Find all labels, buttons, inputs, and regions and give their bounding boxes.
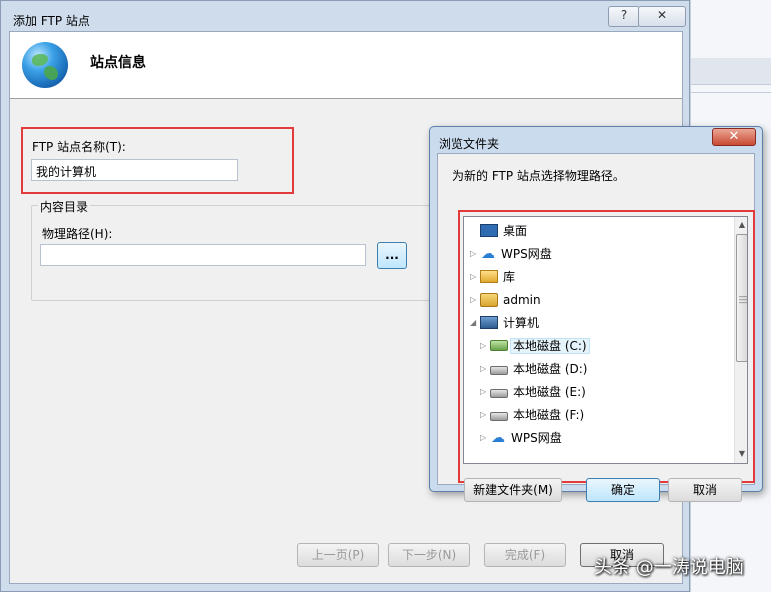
tree-item[interactable]: ◢ 计算机: [470, 311, 541, 333]
tree-item-label: 本地磁盘 (F:): [513, 407, 585, 422]
new-folder-button[interactable]: 新建文件夹(M): [464, 478, 562, 502]
scroll-down-icon[interactable]: ▼: [735, 447, 747, 461]
ok-button[interactable]: 确定: [586, 478, 660, 502]
tree-item[interactable]: ▷ 本地磁盘 (E:): [480, 380, 588, 402]
drive-icon: [490, 411, 508, 421]
tree-item[interactable]: 桌面: [470, 219, 529, 241]
page-title: 站点信息: [90, 55, 146, 71]
scroll-up-icon[interactable]: ▲: [735, 218, 747, 232]
collapsed-triangle-icon[interactable]: ▷: [470, 243, 480, 265]
collapsed-triangle-icon[interactable]: ▷: [480, 404, 490, 426]
finish-button[interactable]: 完成(F): [484, 543, 566, 567]
tree-item-label: 本地磁盘 (C:): [510, 337, 590, 354]
tree-item[interactable]: ▷ 库: [470, 265, 517, 287]
scroll-thumb[interactable]: ― ― ―: [736, 234, 747, 362]
tree-scrollbar[interactable]: ▲ ― ― ― ▼: [734, 217, 747, 463]
tree-item[interactable]: ▷ 本地磁盘 (F:): [480, 403, 586, 425]
tree-item[interactable]: ▷ ☁ WPS网盘: [470, 242, 554, 264]
tree-item[interactable]: ▷ 本地磁盘 (C:): [480, 334, 590, 357]
system-drive-icon: [490, 340, 508, 351]
tree-item-label: 桌面: [503, 223, 528, 238]
folder-tree[interactable]: 桌面 ▷ ☁ WPS网盘 ▷ 库 ▷ admin ◢ 计算机 ▷ 本地磁盘 (C:) ▷ 本地磁盘 (D:…: [463, 216, 748, 464]
tree-item-label: 本地磁盘 (E:): [513, 384, 586, 399]
dialog-title: 浏览文件夹: [439, 137, 500, 151]
cloud-icon: ☁: [491, 429, 505, 446]
site-name-label: FTP 站点名称(T):: [32, 140, 126, 154]
collapsed-triangle-icon[interactable]: ▷: [480, 358, 490, 380]
next-button[interactable]: 下一步(N): [388, 543, 470, 567]
dialog-client-area: 为新的 FTP 站点选择物理路径。 桌面 ▷ ☁ WPS网盘 ▷ 库 ▷ admin ◢ 计算机 ▷…: [437, 153, 755, 502]
library-icon: [480, 270, 498, 283]
grip-icon: ― ― ―: [739, 292, 747, 307]
content-directory-label: 内容目录: [38, 198, 91, 215]
tree-item-label: 计算机: [503, 315, 540, 330]
globe-icon: [22, 42, 68, 88]
tree-item-label: WPS网盘: [511, 430, 562, 445]
close-window-button[interactable]: ✕: [638, 6, 686, 27]
dialog-description: 为新的 FTP 站点选择物理路径。: [452, 169, 625, 183]
collapsed-triangle-icon[interactable]: ▷: [480, 335, 490, 357]
user-folder-icon: [480, 292, 498, 307]
site-name-input[interactable]: 我的计算机: [31, 159, 238, 181]
drive-icon: [490, 365, 508, 375]
previous-button[interactable]: 上一页(P): [297, 543, 379, 567]
background-divider: [691, 92, 771, 93]
tree-item[interactable]: ▷ admin: [470, 288, 543, 310]
computer-icon: [480, 316, 498, 329]
physical-path-input[interactable]: [40, 244, 366, 266]
tree-item[interactable]: ▷ 本地磁盘 (D:): [480, 357, 589, 379]
wizard-header: 站点信息: [10, 32, 682, 99]
browse-folder-dialog: 浏览文件夹 ✕ 为新的 FTP 站点选择物理路径。 桌面 ▷ ☁ WPS网盘 ▷ 库 ▷ ad…: [429, 126, 763, 502]
desktop-icon: [480, 224, 498, 237]
collapsed-triangle-icon[interactable]: ▷: [470, 266, 480, 288]
window-title: 添加 FTP 站点: [13, 14, 90, 28]
collapsed-triangle-icon[interactable]: ▷: [470, 289, 480, 311]
collapsed-triangle-icon[interactable]: ▷: [480, 427, 490, 449]
dialog-close-button[interactable]: ✕: [712, 128, 756, 146]
tree-item-label: 库: [503, 269, 516, 284]
background-toolbar: [691, 58, 771, 85]
tree-item-label: admin: [503, 292, 541, 307]
help-button[interactable]: ?: [608, 6, 640, 27]
browse-button[interactable]: ...: [377, 242, 407, 269]
collapsed-triangle-icon[interactable]: ▷: [480, 381, 490, 403]
cloud-icon: ☁: [481, 245, 495, 262]
tree-item-label: 本地磁盘 (D:): [513, 361, 588, 376]
tree-item[interactable]: ▷ ☁ WPS网盘: [480, 426, 564, 448]
drive-icon: [490, 388, 508, 398]
expanded-triangle-icon[interactable]: ◢: [470, 312, 480, 334]
watermark: 头条 @一涛说电脑: [594, 557, 744, 578]
physical-path-label: 物理路径(H):: [42, 227, 113, 241]
dialog-cancel-button[interactable]: 取消: [668, 478, 742, 502]
tree-item-label: WPS网盘: [501, 246, 552, 261]
